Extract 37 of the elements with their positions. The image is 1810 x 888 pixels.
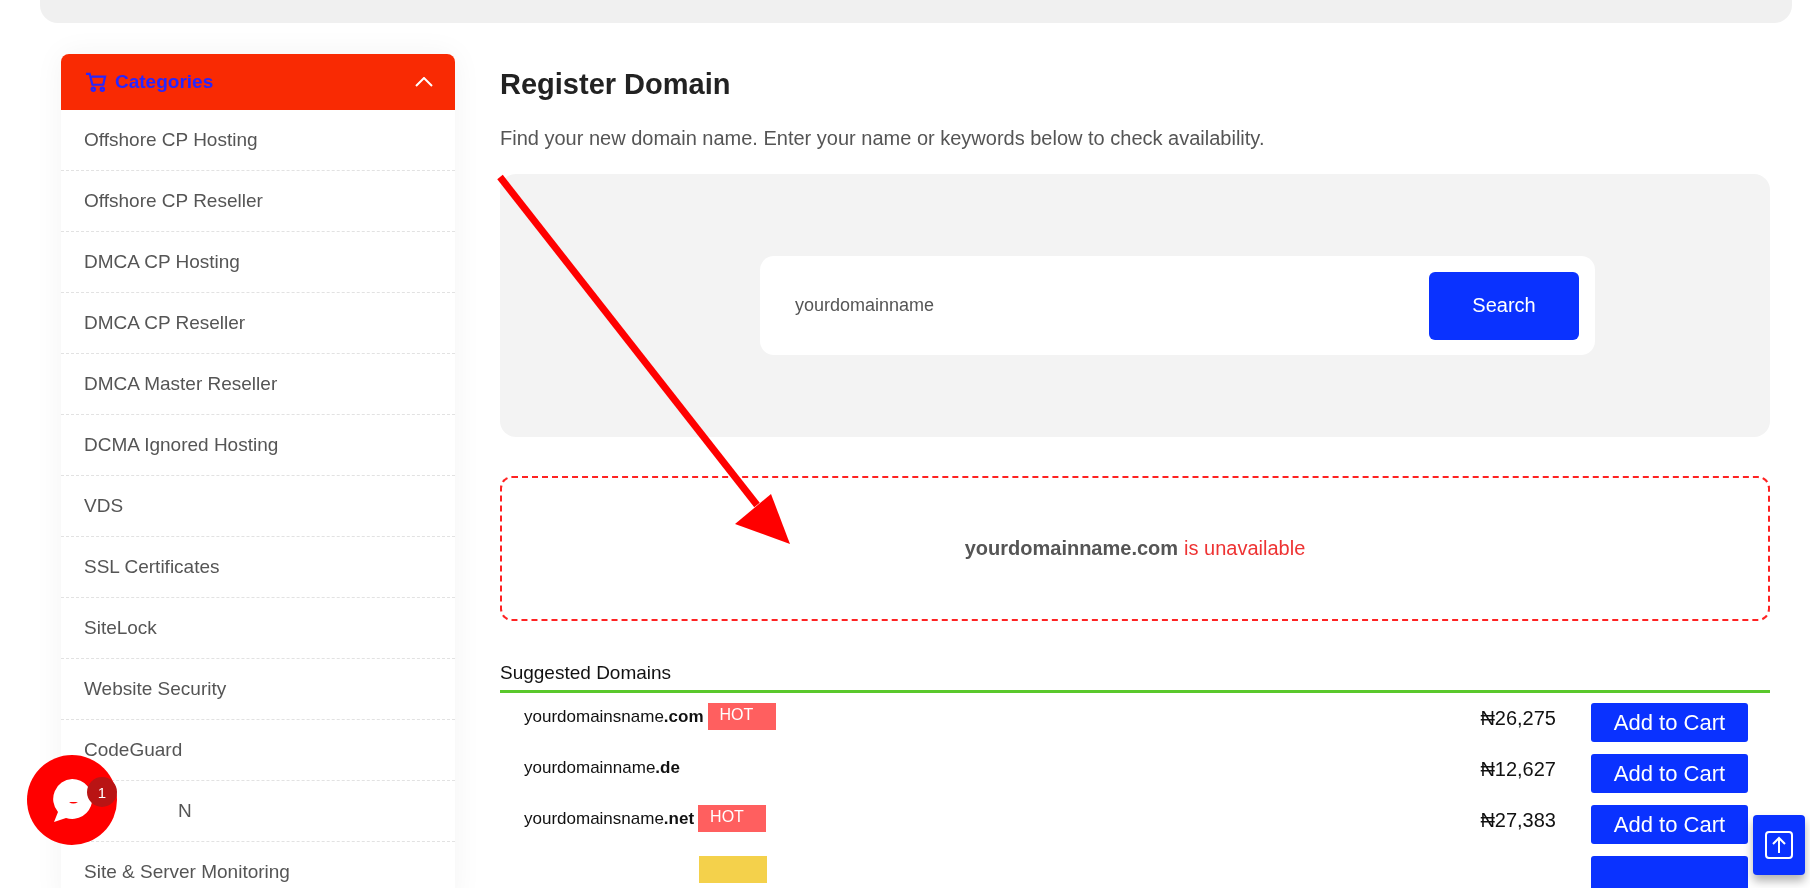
domain-price: ₦12,627 <box>1480 758 1556 781</box>
search-button[interactable]: Search <box>1429 271 1579 340</box>
page-title: Register Domain <box>500 68 732 101</box>
arrow-up-icon <box>1764 830 1794 860</box>
domain-name: yourdomainsname.com <box>524 707 704 727</box>
category-link[interactable]: N <box>178 800 192 822</box>
category-link[interactable]: VDS <box>84 495 124 517</box>
category-link[interactable]: Site & Server Monitoring <box>84 861 290 883</box>
domain-name: yourdomainname.de <box>524 758 680 778</box>
result-status: is unavailable <box>1184 537 1306 560</box>
add-to-cart-button[interactable]: Add to Cart <box>1591 805 1748 844</box>
domain-search-field[interactable]: yourdomainname Search <box>760 256 1595 355</box>
domain-tag: HOT <box>698 805 767 832</box>
category-link[interactable]: DMCA CP Reseller <box>84 312 246 334</box>
domain-price: ₦26,275 <box>1480 707 1556 730</box>
domain-name: yourdomainsname.net <box>524 809 695 829</box>
category-link[interactable]: DMCA CP Hosting <box>84 251 240 273</box>
cart-icon <box>85 72 107 92</box>
domain-price: ₦27,383 <box>1480 809 1556 832</box>
category-link[interactable]: SSL Certificates <box>84 556 220 578</box>
suggested-domains-heading: Suggested Domains <box>500 662 1770 693</box>
result-domain: yourdomainname.com <box>964 537 1179 560</box>
domain-tag: HOT <box>707 703 776 730</box>
category-link[interactable]: DCMA Ignored Hosting <box>84 434 279 456</box>
category-link[interactable]: Offshore CP Reseller <box>84 190 263 212</box>
category-link[interactable]: CodeGuard <box>84 739 183 761</box>
add-to-cart-button[interactable]: Add to Cart <box>1591 754 1748 793</box>
scroll-to-top-button[interactable] <box>1753 815 1805 875</box>
page-subtitle: Find your new domain name. Enter your name or keywords below to check availability. <box>500 127 1266 150</box>
add-to-cart-button[interactable]: Add to Cart <box>1591 703 1748 742</box>
categories-title: Categories <box>115 71 215 93</box>
category-link[interactable]: Website Security <box>84 678 227 700</box>
chevron-up-icon[interactable] <box>415 77 433 87</box>
category-link[interactable]: SiteLock <box>84 617 157 639</box>
category-link[interactable]: Offshore CP Hosting <box>84 129 258 151</box>
category-link[interactable]: DMCA Master Reseller <box>84 373 278 395</box>
chat-bubble-icon <box>50 777 94 823</box>
